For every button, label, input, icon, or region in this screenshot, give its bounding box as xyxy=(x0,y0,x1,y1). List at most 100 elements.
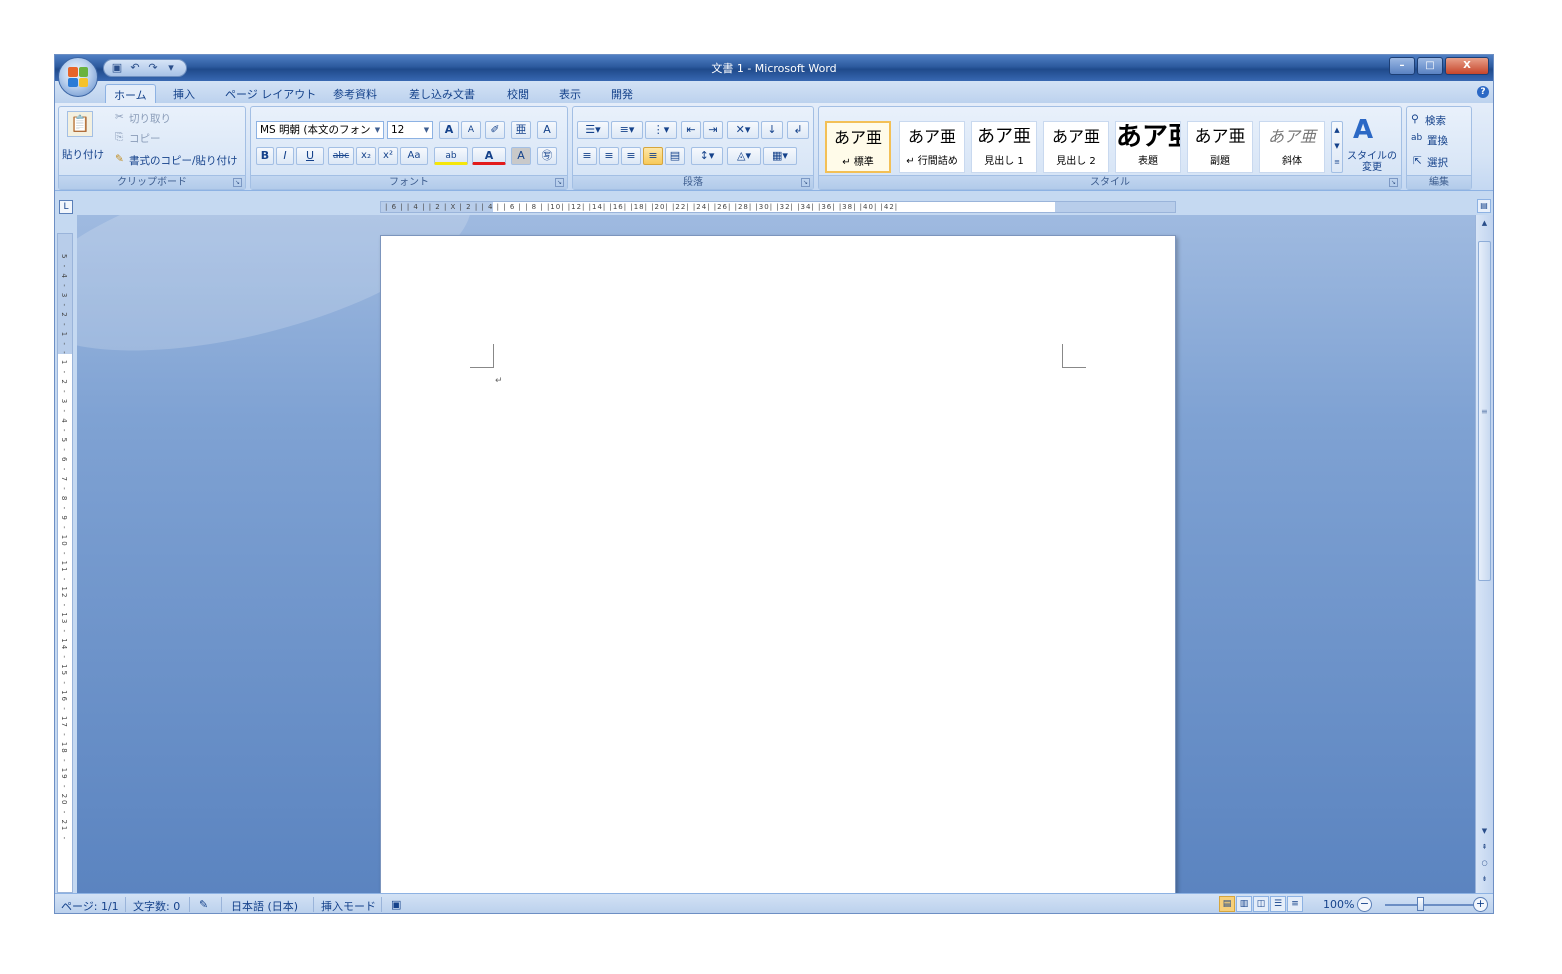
tab-page-layout[interactable]: ページ レイアウト xyxy=(217,84,324,103)
replace-button[interactable]: 置換 xyxy=(1427,133,1448,148)
tab-mailings[interactable]: 差し込み文書 xyxy=(401,84,483,103)
tab-references[interactable]: 参考資料 xyxy=(325,84,385,103)
ruler-right-margin xyxy=(1055,202,1175,212)
enclose-characters-icon[interactable]: ㊢ xyxy=(537,147,557,165)
clear-format-icon[interactable]: ✐ xyxy=(485,121,505,139)
cut-button[interactable]: 切り取り xyxy=(129,111,171,126)
document-page[interactable]: ↵ xyxy=(380,235,1176,893)
style-normal[interactable]: あア亜 ↵ 標準 xyxy=(825,121,891,173)
style-heading-1[interactable]: あア亜 見出し 1 xyxy=(971,121,1037,173)
draft-icon[interactable]: ≡ xyxy=(1287,896,1303,912)
copy-button[interactable]: コピー xyxy=(129,131,161,146)
increase-indent-icon[interactable]: ⇥ xyxy=(703,121,723,139)
font-name-combo[interactable]: MS 明朝 (本文のフォン ▼ xyxy=(256,121,384,139)
status-language[interactable]: 日本語 (日本) xyxy=(231,898,298,913)
select-button[interactable]: 選択 xyxy=(1427,155,1448,170)
character-shading-icon[interactable]: A xyxy=(511,147,531,165)
zoom-in-icon[interactable]: + xyxy=(1473,897,1488,912)
find-button[interactable]: 検索 xyxy=(1425,113,1446,128)
distribute-icon[interactable]: ▤ xyxy=(665,147,685,165)
align-right-icon[interactable]: ≡ xyxy=(621,147,641,165)
style-title[interactable]: あア亜 表題 xyxy=(1115,121,1181,173)
office-button[interactable] xyxy=(58,57,98,97)
zoom-level[interactable]: 100% xyxy=(1323,898,1354,911)
scroll-up-icon[interactable]: ▲ xyxy=(1478,217,1491,230)
style-subtitle[interactable]: あア亜 副題 xyxy=(1187,121,1253,173)
bullets-icon[interactable]: ☰▾ xyxy=(577,121,609,139)
previous-page-icon[interactable]: ⇞ xyxy=(1478,841,1491,854)
close-button[interactable]: X xyxy=(1445,57,1489,75)
tab-home[interactable]: ホーム xyxy=(105,84,156,103)
help-icon[interactable]: ? xyxy=(1477,86,1489,98)
macro-record-icon[interactable]: ▣ xyxy=(391,898,401,911)
style-emphasis[interactable]: あア亜 斜体 xyxy=(1259,121,1325,173)
format-painter-button[interactable]: 書式のコピー/貼り付け xyxy=(129,153,238,168)
maximize-button[interactable]: □ xyxy=(1417,57,1443,75)
show-marks-button[interactable]: ↲ xyxy=(787,121,809,139)
tab-review[interactable]: 校閲 xyxy=(499,84,537,103)
change-styles-button[interactable]: スタイルの 変更 xyxy=(1347,151,1397,173)
proofing-icon[interactable]: ✎ xyxy=(199,898,208,911)
zoom-slider-thumb[interactable] xyxy=(1417,897,1424,911)
superscript-button[interactable]: x² xyxy=(378,147,398,165)
tab-selector-button[interactable]: L xyxy=(59,200,73,214)
full-screen-reading-icon[interactable]: ▥ xyxy=(1236,896,1252,912)
font-color-button[interactable]: A xyxy=(472,147,506,165)
paste-icon[interactable]: 📋 xyxy=(67,111,93,137)
web-layout-icon[interactable]: ◫ xyxy=(1253,896,1269,912)
change-case-button[interactable]: Aa xyxy=(400,147,428,165)
shading-icon[interactable]: ◬▾ xyxy=(727,147,761,165)
multilevel-list-icon[interactable]: ⋮▾ xyxy=(645,121,677,139)
select-browse-object-icon[interactable]: ○ xyxy=(1478,857,1491,870)
paragraph-mark: ↵ xyxy=(495,376,503,386)
clipboard-launcher-icon[interactable]: ↘ xyxy=(233,178,242,187)
horizontal-ruler[interactable]: | 6 | | 4 | | 2 | X | 2 | | 4 | | 6 | | … xyxy=(380,201,1176,213)
outline-icon[interactable]: ☰ xyxy=(1270,896,1286,912)
vertical-scrollbar[interactable]: ▲ ≡ ▼ ⇞ ○ ⇟ xyxy=(1475,215,1493,893)
next-page-icon[interactable]: ⇟ xyxy=(1478,873,1491,886)
status-page[interactable]: ページ: 1/1 xyxy=(61,898,119,913)
tab-view[interactable]: 表示 xyxy=(551,84,589,103)
shrink-font-button[interactable]: A xyxy=(461,121,481,139)
tab-insert[interactable]: 挿入 xyxy=(165,84,203,103)
scroll-down-icon[interactable]: ▼ xyxy=(1478,825,1491,838)
italic-button[interactable]: I xyxy=(276,147,294,165)
zoom-slider-track[interactable] xyxy=(1385,904,1475,906)
underline-button[interactable]: U xyxy=(296,147,324,165)
vertical-ruler[interactable]: 5 - 4 - 3 - 2 - 1 - - 1 - 2 - 3 - 4 - 5 … xyxy=(57,233,73,893)
text-direction-icon[interactable]: ✕▾ xyxy=(727,121,759,139)
borders-icon[interactable]: ▦▾ xyxy=(763,147,797,165)
scroll-thumb[interactable]: ≡ xyxy=(1478,241,1491,581)
line-spacing-icon[interactable]: ↕▾ xyxy=(691,147,723,165)
grow-font-button[interactable]: A xyxy=(439,121,459,139)
zoom-out-icon[interactable]: − xyxy=(1357,897,1372,912)
paragraph-launcher-icon[interactable]: ↘ xyxy=(801,178,810,187)
style-no-spacing[interactable]: あア亜 ↵ 行間詰め xyxy=(899,121,965,173)
phonetic-guide-icon[interactable]: 亜 xyxy=(511,121,531,139)
highlight-button[interactable]: ab xyxy=(434,147,468,165)
align-center-icon[interactable]: ≡ xyxy=(599,147,619,165)
subscript-button[interactable]: x₂ xyxy=(356,147,376,165)
align-left-icon[interactable]: ≡ xyxy=(577,147,597,165)
status-insert-mode[interactable]: 挿入モード xyxy=(321,898,376,913)
status-word-count[interactable]: 文字数: 0 xyxy=(133,898,180,913)
paste-button[interactable]: 貼り付け xyxy=(62,147,104,162)
decrease-indent-icon[interactable]: ⇤ xyxy=(681,121,701,139)
font-size-combo[interactable]: 12 ▼ xyxy=(387,121,433,139)
style-heading-2[interactable]: あア亜 見出し 2 xyxy=(1043,121,1109,173)
tab-developer[interactable]: 開発 xyxy=(603,84,641,103)
view-ruler-icon[interactable]: ▤ xyxy=(1477,199,1491,213)
style-sample: あア亜 xyxy=(1051,128,1100,146)
minimize-button[interactable]: – xyxy=(1389,57,1415,75)
sort-icon[interactable]: ↓ xyxy=(761,121,783,139)
styles-launcher-icon[interactable]: ↘ xyxy=(1389,178,1398,187)
styles-scroll-icon[interactable]: ▲ ▼ ≡ xyxy=(1331,121,1343,173)
font-launcher-icon[interactable]: ↘ xyxy=(555,178,564,187)
bold-button[interactable]: B xyxy=(256,147,274,165)
strikethrough-button[interactable]: abc xyxy=(328,147,354,165)
character-border-icon[interactable]: A xyxy=(537,121,557,139)
numbering-icon[interactable]: ≡▾ xyxy=(611,121,643,139)
justify-icon[interactable]: ≡ xyxy=(643,147,663,165)
crop-mark-top-right xyxy=(1062,344,1086,368)
print-layout-icon[interactable]: ▤ xyxy=(1219,896,1235,912)
